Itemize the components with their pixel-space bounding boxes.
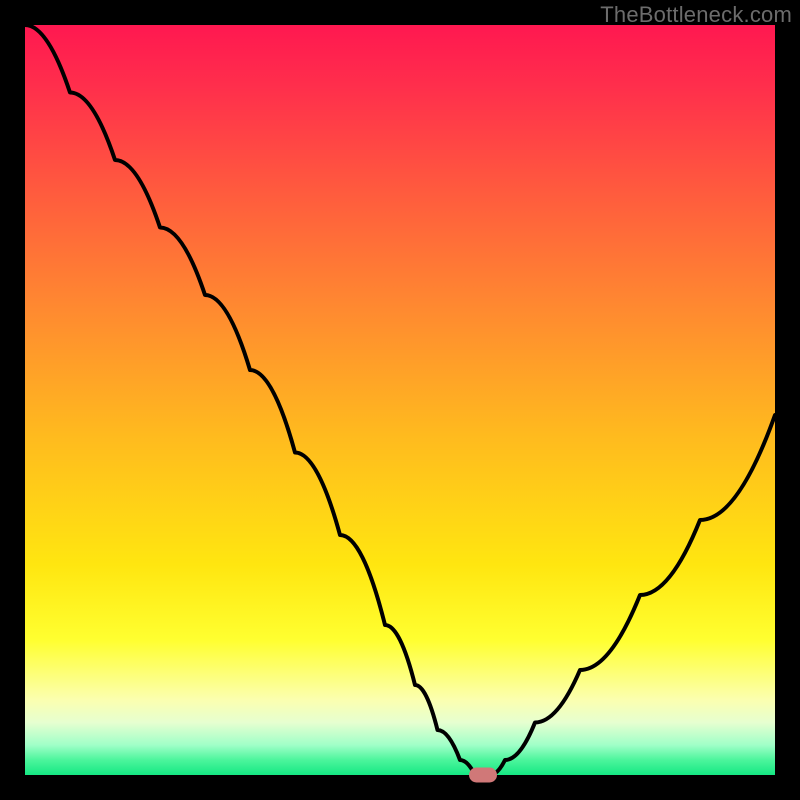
- watermark-text: TheBottleneck.com: [600, 2, 792, 28]
- minimum-marker: [469, 768, 497, 783]
- bottleneck-curve-path: [25, 25, 775, 775]
- curve-svg: [25, 25, 775, 775]
- chart-container: TheBottleneck.com: [0, 0, 800, 800]
- plot-area: [25, 25, 775, 775]
